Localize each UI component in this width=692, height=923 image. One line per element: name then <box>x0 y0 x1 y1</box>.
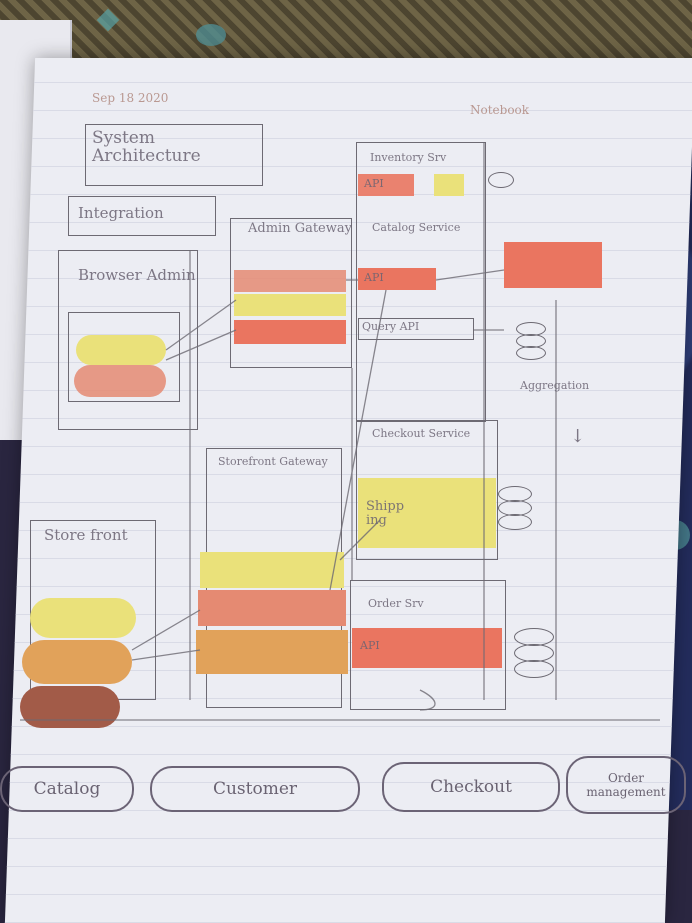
legend-item-customer: Customer <box>150 766 360 812</box>
legend-item-order-management: Order management <box>566 756 686 814</box>
legend-label: Order management <box>586 771 666 799</box>
legend-label: Checkout <box>430 777 512 797</box>
legend-item-catalog: Catalog <box>0 766 134 812</box>
legend-label: Customer <box>212 779 298 799</box>
legend-item-checkout: Checkout <box>382 762 560 812</box>
legend-label: Catalog <box>33 779 101 799</box>
